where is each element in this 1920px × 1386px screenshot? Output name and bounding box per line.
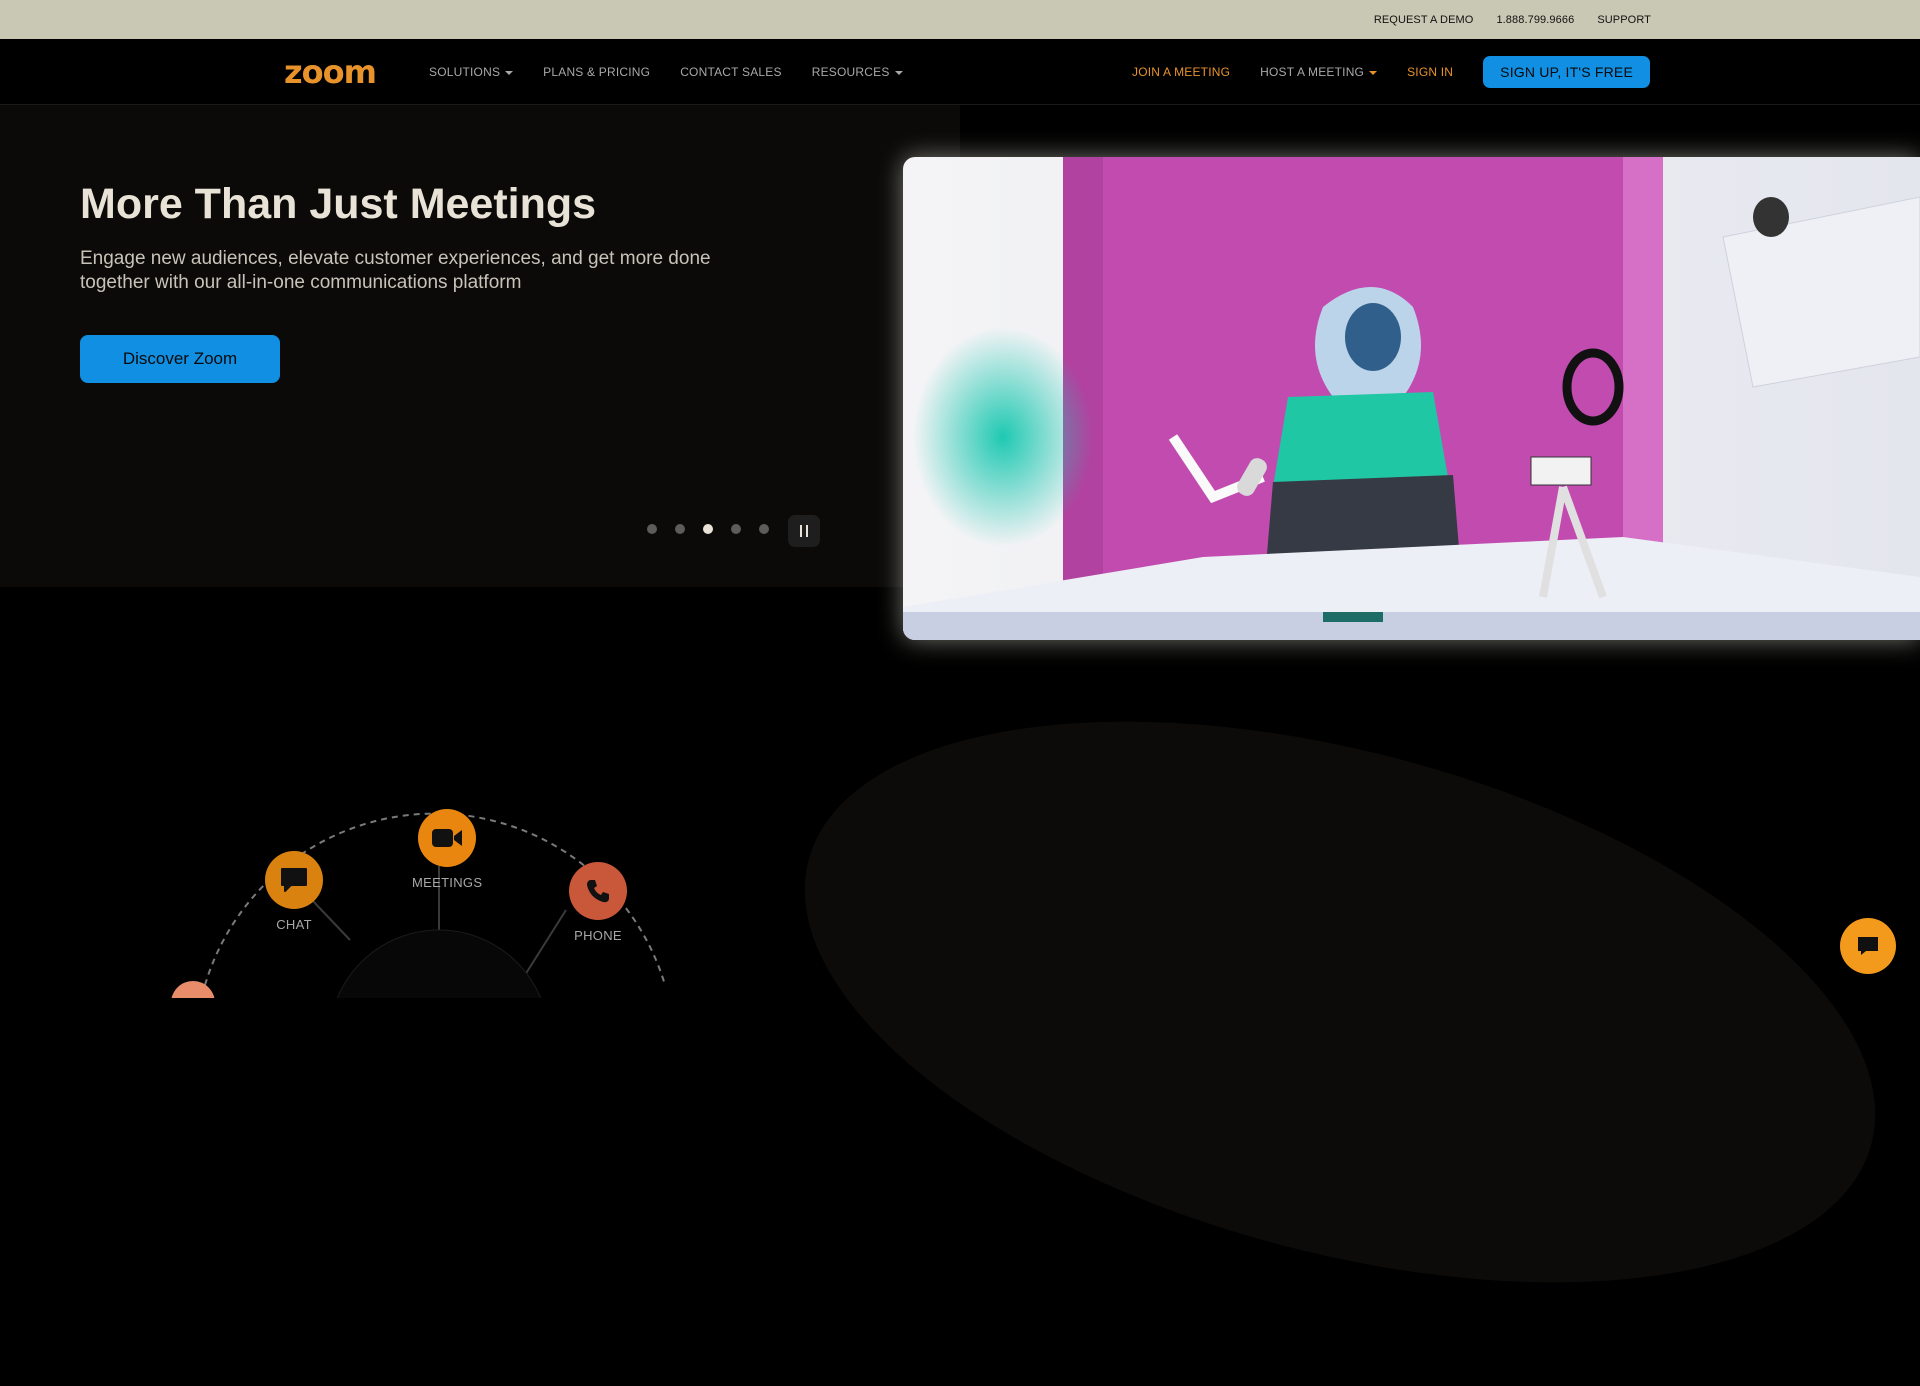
video-camera-icon bbox=[418, 809, 477, 867]
phone-icon bbox=[569, 862, 627, 920]
product-ring bbox=[171, 812, 666, 998]
product-phone-label: PHONE bbox=[574, 928, 622, 943]
product-meetings-label: MEETINGS bbox=[412, 875, 483, 890]
product-chat-label: CHAT bbox=[276, 917, 312, 932]
product-meetings[interactable]: MEETINGS bbox=[412, 809, 482, 890]
chat-bubble-icon bbox=[1858, 937, 1878, 955]
product-phone[interactable]: PHONE bbox=[569, 862, 627, 943]
product-chat[interactable]: CHAT bbox=[265, 851, 323, 932]
chat-icon bbox=[265, 851, 323, 909]
chat-support-button[interactable] bbox=[1840, 918, 1896, 974]
